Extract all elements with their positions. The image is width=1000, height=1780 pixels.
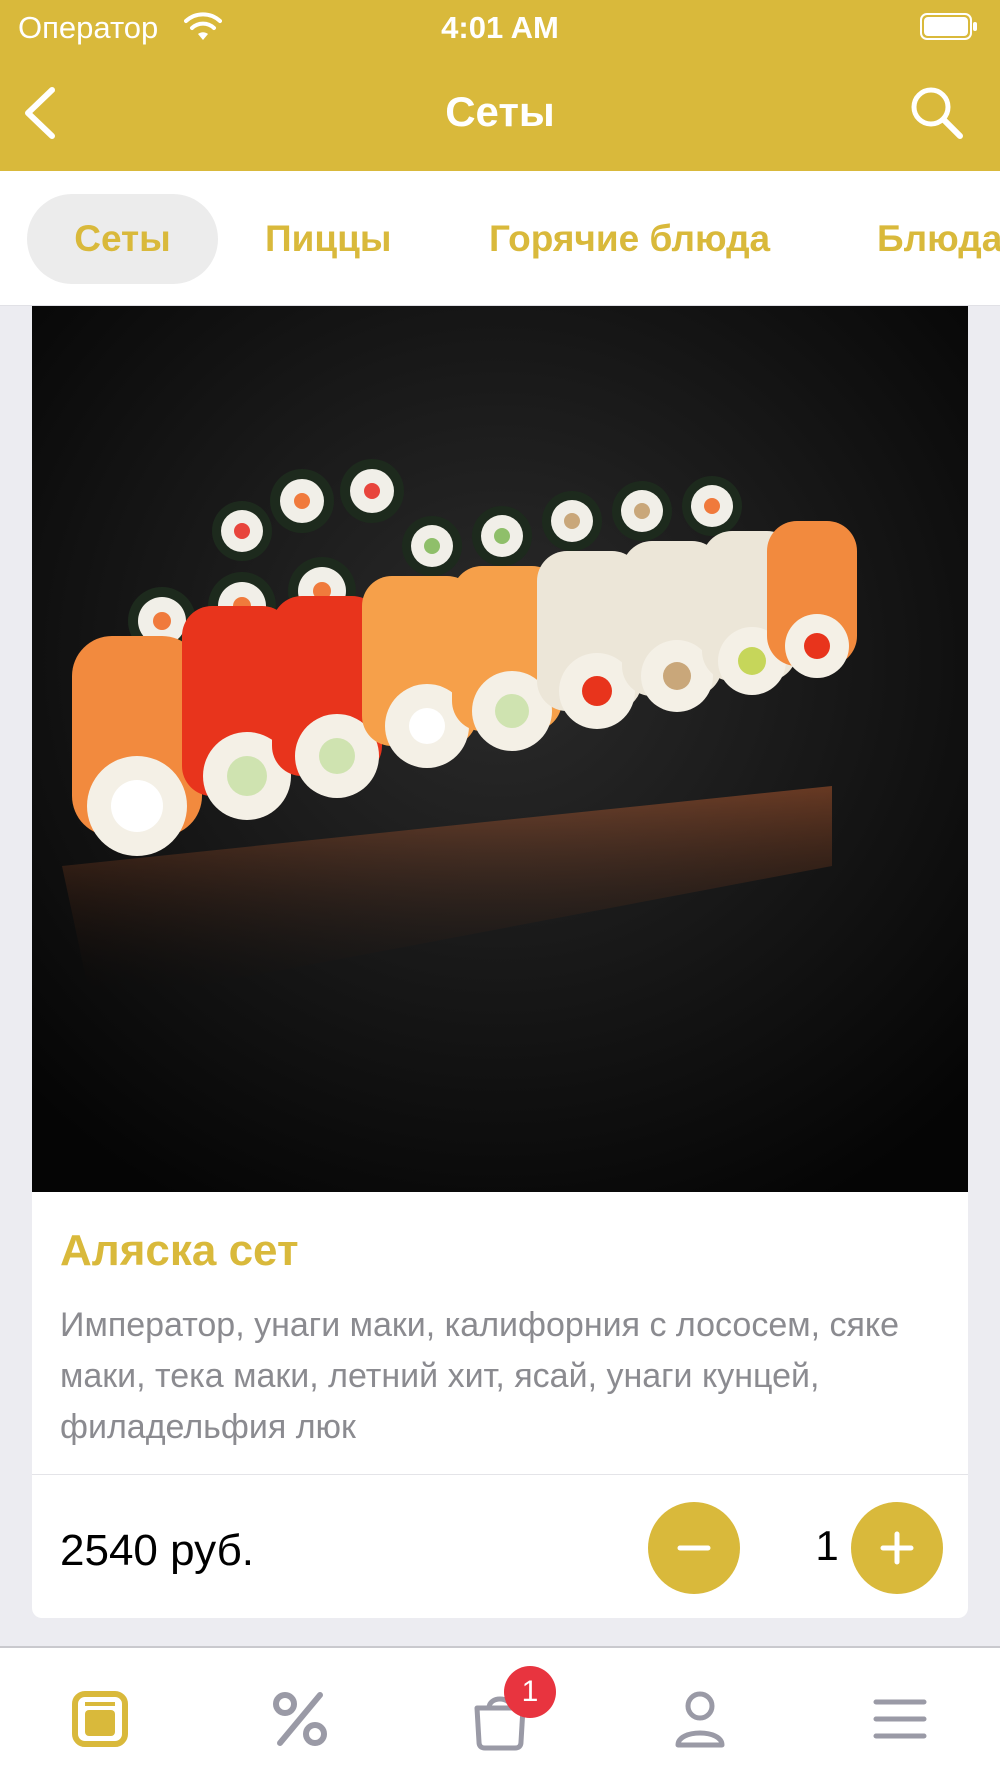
bottom-tab-bar: 1 xyxy=(0,1646,1000,1780)
tab-profile[interactable] xyxy=(665,1684,735,1754)
category-tabs: Сеты Пиццы Горячие блюда Блюда xyxy=(0,171,1000,306)
product-name[interactable]: Аляска сет xyxy=(60,1226,299,1276)
status-bar: Оператор 4:01 AM xyxy=(0,0,1000,58)
divider xyxy=(32,1474,968,1475)
tab-sets[interactable]: Сеты xyxy=(27,194,218,284)
tab-pizza[interactable]: Пиццы xyxy=(265,194,391,284)
tab-dishes[interactable]: Блюда xyxy=(877,194,1000,284)
tab-promotions[interactable] xyxy=(265,1684,335,1754)
battery-icon xyxy=(920,13,977,40)
profile-icon xyxy=(675,1691,725,1748)
tab-menu[interactable] xyxy=(65,1684,135,1754)
cart-badge: 1 xyxy=(504,1666,556,1718)
percent-icon xyxy=(273,1692,327,1746)
clock: 4:01 AM xyxy=(441,10,559,45)
product-card[interactable]: Аляска сет Император, унаги маки, калифо… xyxy=(32,306,968,1618)
tab-more[interactable] xyxy=(865,1684,935,1754)
plus-icon xyxy=(880,1531,914,1565)
menu-book-icon xyxy=(72,1691,128,1747)
product-price: 2540 руб. xyxy=(60,1526,255,1575)
search-icon[interactable] xyxy=(908,84,964,140)
sushi-set-photo[interactable] xyxy=(32,306,968,1192)
page-title: Сеты xyxy=(445,88,555,135)
hamburger-menu-icon xyxy=(873,1699,927,1739)
decrement-button[interactable] xyxy=(648,1502,740,1594)
minus-icon xyxy=(677,1545,711,1551)
increment-button[interactable] xyxy=(851,1502,943,1594)
tab-hot-dishes[interactable]: Горячие блюда xyxy=(489,194,770,284)
product-description: Император, унаги маки, калифорния с лосо… xyxy=(60,1306,900,1446)
navigation-bar: Сеты xyxy=(0,58,1000,171)
